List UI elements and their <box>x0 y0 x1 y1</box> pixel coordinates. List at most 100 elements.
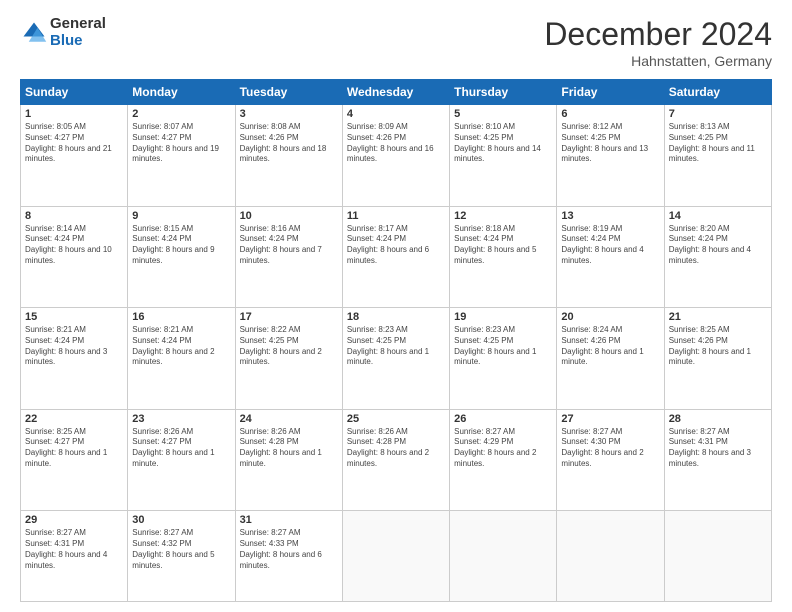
header: General Blue December 2024 Hahnstatten, … <box>20 16 772 69</box>
day-cell: 2 Sunrise: 8:07 AM Sunset: 4:27 PM Dayli… <box>128 105 235 207</box>
day-cell: 12 Sunrise: 8:18 AM Sunset: 4:24 PM Dayl… <box>450 206 557 308</box>
day-number: 8 <box>25 210 123 222</box>
day-info: Sunrise: 8:15 AM Sunset: 4:24 PM Dayligh… <box>132 224 230 267</box>
col-thursday: Thursday <box>450 80 557 105</box>
day-number: 15 <box>25 311 123 323</box>
logo-text: General Blue <box>50 16 106 49</box>
header-right: December 2024 Hahnstatten, Germany <box>544 16 772 69</box>
day-cell: 23 Sunrise: 8:26 AM Sunset: 4:27 PM Dayl… <box>128 409 235 511</box>
day-number: 3 <box>240 108 338 120</box>
day-info: Sunrise: 8:17 AM Sunset: 4:24 PM Dayligh… <box>347 224 445 267</box>
day-number: 29 <box>25 514 123 526</box>
day-cell: 6 Sunrise: 8:12 AM Sunset: 4:25 PM Dayli… <box>557 105 664 207</box>
calendar-row: 15 Sunrise: 8:21 AM Sunset: 4:24 PM Dayl… <box>21 308 772 410</box>
day-info: Sunrise: 8:26 AM Sunset: 4:27 PM Dayligh… <box>132 427 230 470</box>
day-number: 12 <box>454 210 552 222</box>
day-number: 19 <box>454 311 552 323</box>
day-cell: 7 Sunrise: 8:13 AM Sunset: 4:25 PM Dayli… <box>664 105 771 207</box>
day-cell: 21 Sunrise: 8:25 AM Sunset: 4:26 PM Dayl… <box>664 308 771 410</box>
day-info: Sunrise: 8:26 AM Sunset: 4:28 PM Dayligh… <box>240 427 338 470</box>
empty-cell <box>342 511 449 602</box>
day-info: Sunrise: 8:26 AM Sunset: 4:28 PM Dayligh… <box>347 427 445 470</box>
day-cell: 20 Sunrise: 8:24 AM Sunset: 4:26 PM Dayl… <box>557 308 664 410</box>
day-info: Sunrise: 8:25 AM Sunset: 4:26 PM Dayligh… <box>669 325 767 368</box>
day-number: 10 <box>240 210 338 222</box>
day-info: Sunrise: 8:10 AM Sunset: 4:25 PM Dayligh… <box>454 122 552 165</box>
day-cell: 19 Sunrise: 8:23 AM Sunset: 4:25 PM Dayl… <box>450 308 557 410</box>
day-cell: 18 Sunrise: 8:23 AM Sunset: 4:25 PM Dayl… <box>342 308 449 410</box>
empty-cell <box>450 511 557 602</box>
calendar-table: Sunday Monday Tuesday Wednesday Thursday… <box>20 79 772 602</box>
col-wednesday: Wednesday <box>342 80 449 105</box>
calendar-row: 1 Sunrise: 8:05 AM Sunset: 4:27 PM Dayli… <box>21 105 772 207</box>
day-cell: 31 Sunrise: 8:27 AM Sunset: 4:33 PM Dayl… <box>235 511 342 602</box>
logo-icon <box>20 19 48 47</box>
day-info: Sunrise: 8:08 AM Sunset: 4:26 PM Dayligh… <box>240 122 338 165</box>
day-number: 1 <box>25 108 123 120</box>
empty-cell <box>557 511 664 602</box>
logo: General Blue <box>20 16 106 49</box>
col-saturday: Saturday <box>664 80 771 105</box>
day-cell: 5 Sunrise: 8:10 AM Sunset: 4:25 PM Dayli… <box>450 105 557 207</box>
day-number: 6 <box>561 108 659 120</box>
day-number: 17 <box>240 311 338 323</box>
day-info: Sunrise: 8:13 AM Sunset: 4:25 PM Dayligh… <box>669 122 767 165</box>
col-sunday: Sunday <box>21 80 128 105</box>
day-info: Sunrise: 8:19 AM Sunset: 4:24 PM Dayligh… <box>561 224 659 267</box>
day-info: Sunrise: 8:23 AM Sunset: 4:25 PM Dayligh… <box>454 325 552 368</box>
day-info: Sunrise: 8:27 AM Sunset: 4:30 PM Dayligh… <box>561 427 659 470</box>
day-cell: 22 Sunrise: 8:25 AM Sunset: 4:27 PM Dayl… <box>21 409 128 511</box>
logo-blue: Blue <box>50 33 106 50</box>
day-number: 21 <box>669 311 767 323</box>
page: General Blue December 2024 Hahnstatten, … <box>0 0 792 612</box>
day-info: Sunrise: 8:27 AM Sunset: 4:32 PM Dayligh… <box>132 528 230 571</box>
day-cell: 30 Sunrise: 8:27 AM Sunset: 4:32 PM Dayl… <box>128 511 235 602</box>
day-info: Sunrise: 8:18 AM Sunset: 4:24 PM Dayligh… <box>454 224 552 267</box>
day-cell: 29 Sunrise: 8:27 AM Sunset: 4:31 PM Dayl… <box>21 511 128 602</box>
day-cell: 15 Sunrise: 8:21 AM Sunset: 4:24 PM Dayl… <box>21 308 128 410</box>
calendar-row: 22 Sunrise: 8:25 AM Sunset: 4:27 PM Dayl… <box>21 409 772 511</box>
day-info: Sunrise: 8:23 AM Sunset: 4:25 PM Dayligh… <box>347 325 445 368</box>
day-number: 25 <box>347 413 445 425</box>
day-info: Sunrise: 8:24 AM Sunset: 4:26 PM Dayligh… <box>561 325 659 368</box>
day-cell: 3 Sunrise: 8:08 AM Sunset: 4:26 PM Dayli… <box>235 105 342 207</box>
calendar: Sunday Monday Tuesday Wednesday Thursday… <box>20 79 772 602</box>
day-number: 5 <box>454 108 552 120</box>
day-info: Sunrise: 8:09 AM Sunset: 4:26 PM Dayligh… <box>347 122 445 165</box>
day-number: 13 <box>561 210 659 222</box>
day-number: 28 <box>669 413 767 425</box>
day-info: Sunrise: 8:14 AM Sunset: 4:24 PM Dayligh… <box>25 224 123 267</box>
day-cell: 25 Sunrise: 8:26 AM Sunset: 4:28 PM Dayl… <box>342 409 449 511</box>
day-number: 2 <box>132 108 230 120</box>
day-info: Sunrise: 8:21 AM Sunset: 4:24 PM Dayligh… <box>132 325 230 368</box>
day-number: 26 <box>454 413 552 425</box>
day-info: Sunrise: 8:16 AM Sunset: 4:24 PM Dayligh… <box>240 224 338 267</box>
day-number: 11 <box>347 210 445 222</box>
day-cell: 24 Sunrise: 8:26 AM Sunset: 4:28 PM Dayl… <box>235 409 342 511</box>
day-cell: 4 Sunrise: 8:09 AM Sunset: 4:26 PM Dayli… <box>342 105 449 207</box>
day-info: Sunrise: 8:20 AM Sunset: 4:24 PM Dayligh… <box>669 224 767 267</box>
day-info: Sunrise: 8:05 AM Sunset: 4:27 PM Dayligh… <box>25 122 123 165</box>
day-info: Sunrise: 8:27 AM Sunset: 4:33 PM Dayligh… <box>240 528 338 571</box>
day-info: Sunrise: 8:27 AM Sunset: 4:29 PM Dayligh… <box>454 427 552 470</box>
day-info: Sunrise: 8:25 AM Sunset: 4:27 PM Dayligh… <box>25 427 123 470</box>
day-cell: 14 Sunrise: 8:20 AM Sunset: 4:24 PM Dayl… <box>664 206 771 308</box>
day-cell: 17 Sunrise: 8:22 AM Sunset: 4:25 PM Dayl… <box>235 308 342 410</box>
day-cell: 16 Sunrise: 8:21 AM Sunset: 4:24 PM Dayl… <box>128 308 235 410</box>
day-number: 22 <box>25 413 123 425</box>
day-number: 30 <box>132 514 230 526</box>
day-cell: 9 Sunrise: 8:15 AM Sunset: 4:24 PM Dayli… <box>128 206 235 308</box>
day-info: Sunrise: 8:27 AM Sunset: 4:31 PM Dayligh… <box>669 427 767 470</box>
day-number: 18 <box>347 311 445 323</box>
day-cell: 27 Sunrise: 8:27 AM Sunset: 4:30 PM Dayl… <box>557 409 664 511</box>
day-number: 24 <box>240 413 338 425</box>
day-number: 31 <box>240 514 338 526</box>
day-cell: 1 Sunrise: 8:05 AM Sunset: 4:27 PM Dayli… <box>21 105 128 207</box>
day-number: 14 <box>669 210 767 222</box>
day-number: 20 <box>561 311 659 323</box>
col-monday: Monday <box>128 80 235 105</box>
calendar-row: 29 Sunrise: 8:27 AM Sunset: 4:31 PM Dayl… <box>21 511 772 602</box>
col-friday: Friday <box>557 80 664 105</box>
day-number: 9 <box>132 210 230 222</box>
day-info: Sunrise: 8:27 AM Sunset: 4:31 PM Dayligh… <box>25 528 123 571</box>
